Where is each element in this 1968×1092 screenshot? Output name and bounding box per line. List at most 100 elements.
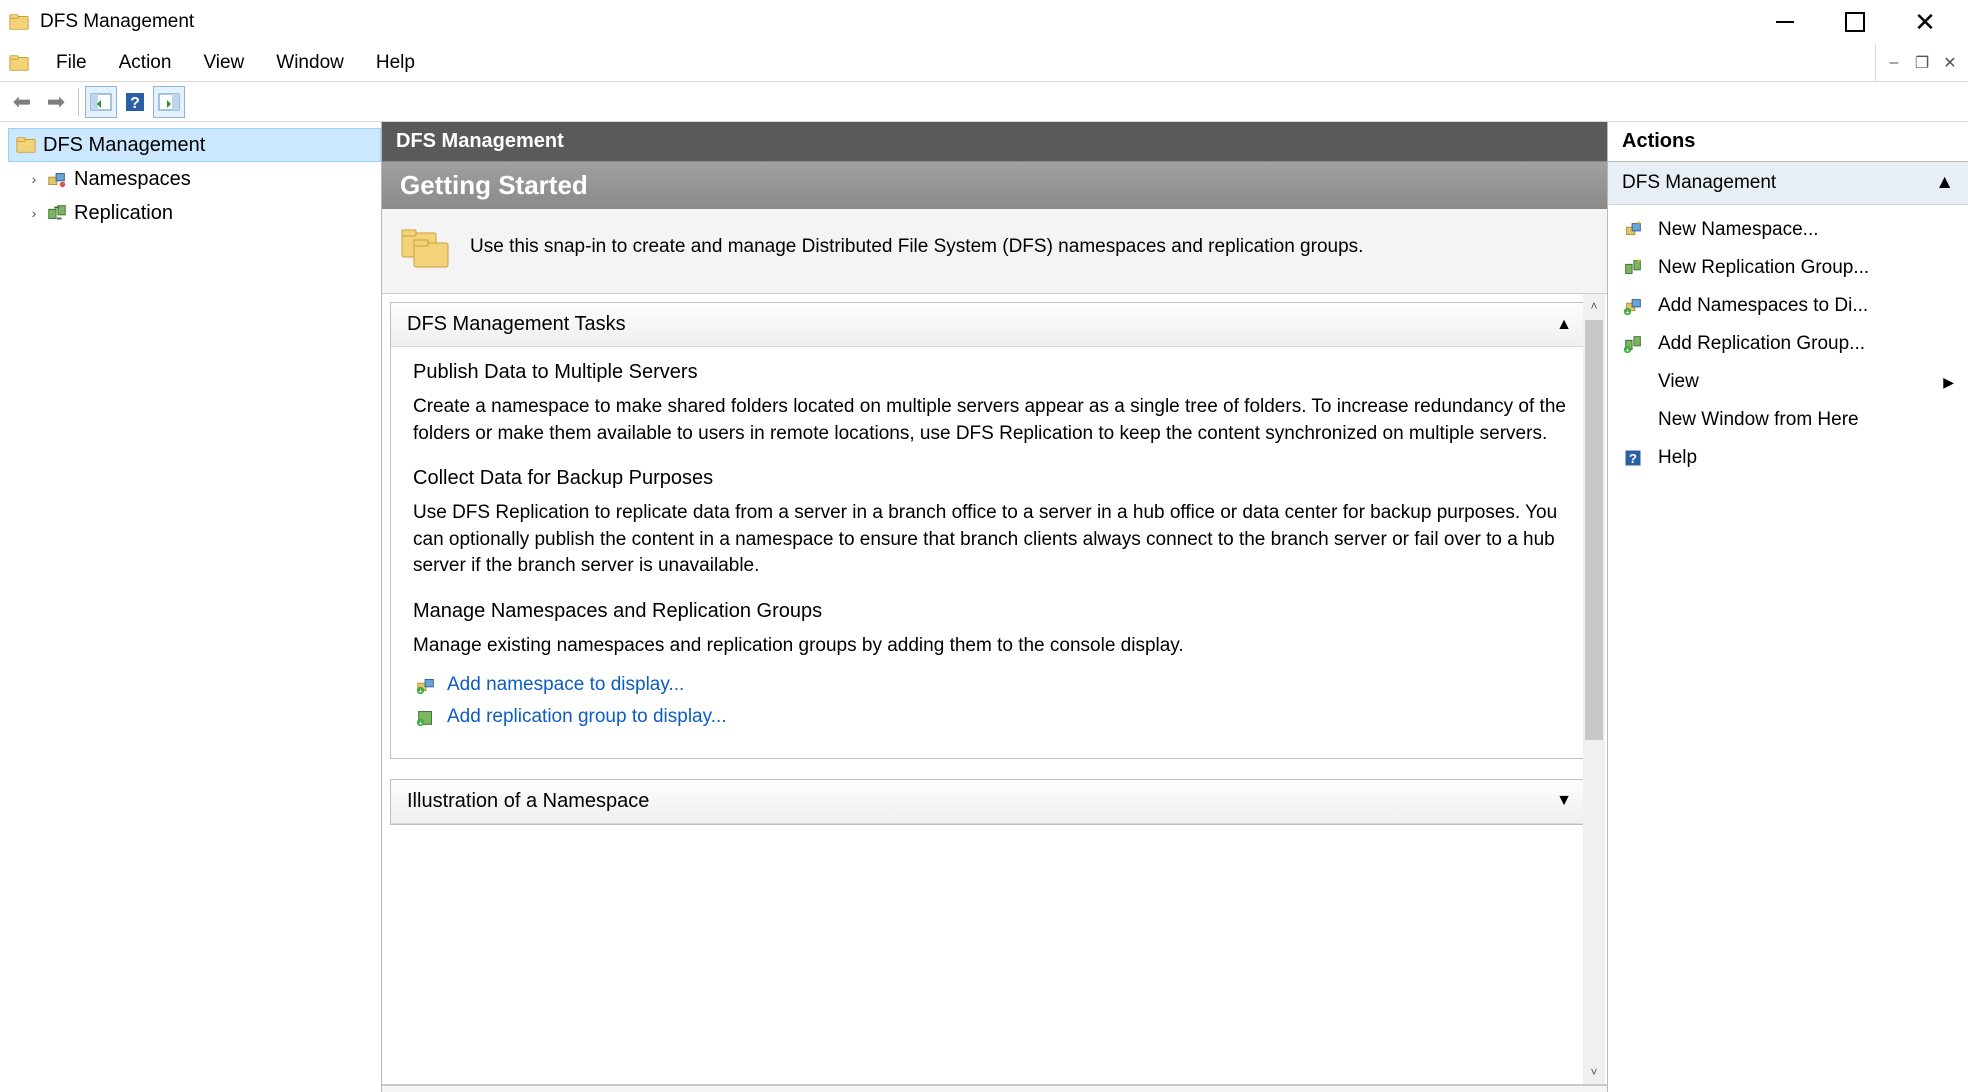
submenu-arrow-icon: ▶ bbox=[1943, 374, 1954, 391]
new-namespace-icon bbox=[1622, 219, 1644, 241]
svg-text:+: + bbox=[418, 718, 422, 727]
pane-splitter[interactable] bbox=[382, 1084, 1607, 1092]
section-title: Collect Data for Backup Purposes bbox=[413, 467, 1566, 490]
actions-pane: Actions DFS Management ▲ New Namespace..… bbox=[1608, 122, 1968, 1092]
scroll-down-icon[interactable]: ˅ bbox=[1583, 1060, 1605, 1084]
tree-root-dfs-management[interactable]: DFS Management bbox=[8, 128, 381, 162]
section-title: Manage Namespaces and Replication Groups bbox=[413, 600, 1566, 623]
section-text: Use DFS Replication to replicate data fr… bbox=[413, 500, 1566, 580]
help-icon: ? bbox=[1622, 447, 1644, 469]
action-label: Help bbox=[1658, 447, 1697, 469]
titlebar: DFS Management bbox=[0, 0, 1968, 44]
replication-icon bbox=[46, 202, 68, 224]
svg-text:+: + bbox=[1625, 345, 1629, 354]
illustration-namespace-panel: Illustration of a Namespace ▼ bbox=[390, 779, 1589, 825]
new-replication-icon bbox=[1622, 257, 1644, 279]
add-namespaces-icon: + bbox=[1622, 295, 1644, 317]
menubar: File Action View Window Help – ❐ ✕ bbox=[0, 44, 1968, 82]
action-label: View bbox=[1658, 371, 1699, 393]
svg-text:?: ? bbox=[130, 95, 140, 112]
tree-item-label: Replication bbox=[74, 202, 173, 225]
console-tree-pane: DFS Management › Namespaces › Replicatio… bbox=[0, 122, 382, 1092]
add-replication-group-icon: + bbox=[1622, 333, 1644, 355]
expand-caret-icon[interactable]: › bbox=[26, 171, 42, 187]
tasks-panel-title: DFS Management Tasks bbox=[407, 313, 626, 336]
show-hide-action-pane-button[interactable] bbox=[153, 86, 185, 118]
details-header: DFS Management bbox=[382, 122, 1607, 161]
expand-caret-icon[interactable]: › bbox=[26, 205, 42, 221]
menu-view[interactable]: View bbox=[187, 48, 260, 78]
blank-icon bbox=[1622, 409, 1644, 431]
action-new-window[interactable]: New Window from Here bbox=[1608, 401, 1968, 439]
vertical-scrollbar[interactable]: ˄ ˅ bbox=[1583, 294, 1605, 1084]
mdi-controls: – ❐ ✕ bbox=[1875, 44, 1968, 81]
action-label: New Window from Here bbox=[1658, 409, 1859, 431]
namespaces-icon bbox=[46, 168, 68, 190]
expand-caret-icon: ▼ bbox=[1556, 792, 1572, 810]
add-replication-link-row[interactable]: + Add replication group to display... bbox=[415, 706, 1566, 728]
menubar-app-icon bbox=[8, 52, 30, 74]
illustration-panel-title: Illustration of a Namespace bbox=[407, 790, 649, 813]
help-icon: ? bbox=[123, 90, 147, 114]
tree-root-label: DFS Management bbox=[43, 134, 205, 157]
menu-action[interactable]: Action bbox=[103, 48, 188, 78]
blank-icon bbox=[1622, 371, 1644, 393]
menu-window[interactable]: Window bbox=[260, 48, 360, 78]
intro-text: Use this snap-in to create and manage Di… bbox=[470, 236, 1363, 258]
titlebar-title: DFS Management bbox=[40, 11, 194, 33]
menu-help[interactable]: Help bbox=[360, 48, 431, 78]
minimize-button[interactable] bbox=[1750, 0, 1820, 44]
action-help[interactable]: ? Help bbox=[1608, 439, 1968, 477]
intro-folders-icon bbox=[396, 223, 452, 271]
add-namespace-link[interactable]: Add namespace to display... bbox=[447, 674, 684, 696]
maximize-button[interactable] bbox=[1820, 0, 1890, 44]
actions-group-label: DFS Management bbox=[1622, 172, 1776, 194]
mdi-minimize-icon[interactable]: – bbox=[1882, 51, 1906, 75]
action-new-namespace[interactable]: New Namespace... bbox=[1608, 211, 1968, 249]
action-add-replication-group[interactable]: + Add Replication Group... bbox=[1608, 325, 1968, 363]
illustration-panel-header[interactable]: Illustration of a Namespace ▼ bbox=[391, 780, 1588, 824]
action-label: Add Namespaces to Di... bbox=[1658, 295, 1868, 317]
mdi-restore-icon[interactable]: ❐ bbox=[1910, 51, 1934, 75]
section-title: Publish Data to Multiple Servers bbox=[413, 361, 1566, 384]
tasks-panel-body: Publish Data to Multiple Servers Create … bbox=[391, 347, 1588, 758]
toolbar: ? bbox=[0, 82, 1968, 122]
add-namespace-link-row[interactable]: + Add namespace to display... bbox=[415, 674, 1566, 696]
action-view[interactable]: View ▶ bbox=[1608, 363, 1968, 401]
mdi-close-icon[interactable]: ✕ bbox=[1938, 51, 1962, 75]
section-text: Manage existing namespaces and replicati… bbox=[413, 633, 1566, 660]
svg-text:+: + bbox=[1625, 307, 1629, 316]
section-text: Create a namespace to make shared folder… bbox=[413, 394, 1566, 447]
forward-button[interactable] bbox=[40, 86, 72, 118]
tree-item-replication[interactable]: › Replication bbox=[20, 196, 381, 230]
intro-bar: Use this snap-in to create and manage Di… bbox=[382, 209, 1607, 294]
main-area: DFS Management › Namespaces › Replicatio… bbox=[0, 122, 1968, 1092]
action-label: Add Replication Group... bbox=[1658, 333, 1865, 355]
tasks-panel: DFS Management Tasks ▲ Publish Data to M… bbox=[390, 302, 1589, 759]
add-replication-link[interactable]: Add replication group to display... bbox=[447, 706, 727, 728]
help-toolbar-button[interactable]: ? bbox=[119, 86, 151, 118]
details-scroll-region: DFS Management Tasks ▲ Publish Data to M… bbox=[382, 294, 1607, 1084]
close-button[interactable] bbox=[1890, 0, 1960, 44]
actions-title: Actions bbox=[1608, 122, 1968, 162]
action-add-namespaces[interactable]: + Add Namespaces to Di... bbox=[1608, 287, 1968, 325]
scroll-thumb[interactable] bbox=[1585, 320, 1603, 740]
show-hide-console-tree-button[interactable] bbox=[85, 86, 117, 118]
action-label: New Namespace... bbox=[1658, 219, 1819, 241]
add-namespace-icon: + bbox=[415, 674, 437, 696]
tasks-panel-header[interactable]: DFS Management Tasks ▲ bbox=[391, 303, 1588, 347]
action-new-replication-group[interactable]: New Replication Group... bbox=[1608, 249, 1968, 287]
console-tree-icon bbox=[89, 90, 113, 114]
actions-group-header[interactable]: DFS Management ▲ bbox=[1608, 162, 1968, 205]
tree-item-label: Namespaces bbox=[74, 168, 191, 191]
svg-text:+: + bbox=[418, 686, 422, 695]
tree-item-namespaces[interactable]: › Namespaces bbox=[20, 162, 381, 196]
app-icon bbox=[8, 11, 30, 33]
folder-icon bbox=[15, 134, 37, 156]
scroll-up-icon[interactable]: ˄ bbox=[1583, 294, 1605, 318]
collapse-caret-icon: ▲ bbox=[1556, 316, 1572, 334]
actions-list: New Namespace... New Replication Group..… bbox=[1608, 205, 1968, 483]
svg-text:?: ? bbox=[1629, 451, 1637, 466]
menu-file[interactable]: File bbox=[40, 48, 103, 78]
back-button[interactable] bbox=[6, 86, 38, 118]
